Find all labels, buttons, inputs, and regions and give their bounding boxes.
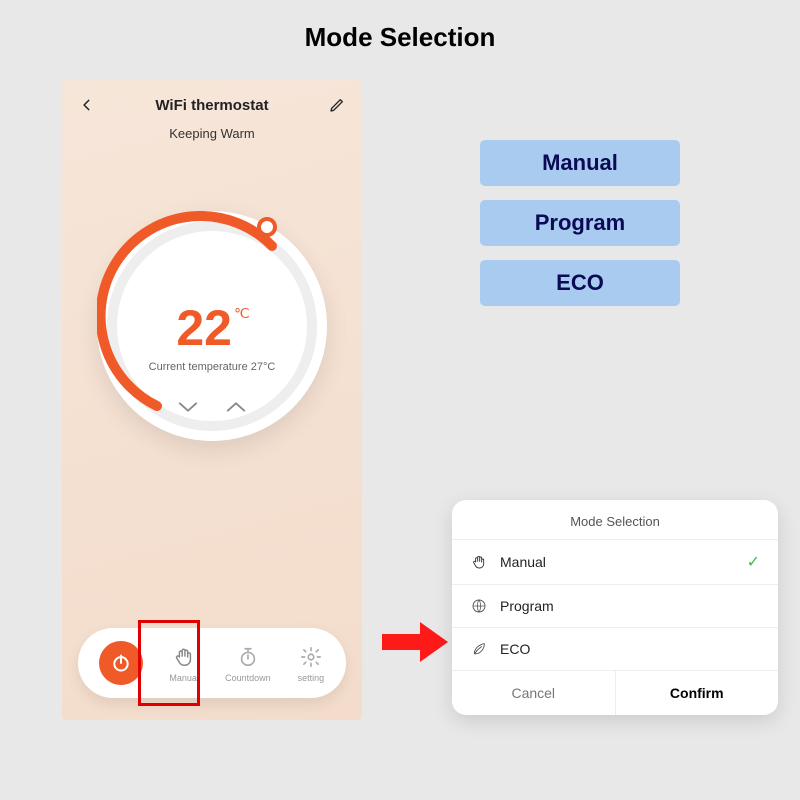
edit-icon[interactable]	[326, 94, 348, 116]
current-temperature-label: Current temperature 27°C	[97, 361, 327, 373]
thermostat-phone-screen: WiFi thermostat Keeping Warm 22℃ Current…	[62, 80, 362, 720]
status-text: Keeping Warm	[62, 126, 362, 141]
page-title: Mode Selection	[0, 0, 800, 53]
set-temperature-number: 22	[176, 300, 232, 356]
setting-button[interactable]: setting	[297, 643, 325, 683]
chevron-up-icon[interactable]	[225, 397, 247, 420]
modal-row-program[interactable]: Program	[452, 584, 778, 627]
app-title: WiFi thermostat	[155, 97, 268, 114]
setting-label: setting	[298, 673, 325, 683]
modal-row-eco-label: ECO	[500, 641, 530, 657]
countdown-label: Countdown	[225, 673, 271, 683]
mode-selection-modal: Mode Selection Manual ✓ Program ECO Canc…	[452, 500, 778, 715]
modal-actions: Cancel Confirm	[452, 670, 778, 715]
hand-icon	[170, 643, 198, 671]
modal-row-eco[interactable]: ECO	[452, 627, 778, 670]
confirm-button[interactable]: Confirm	[616, 671, 779, 715]
countdown-button[interactable]: Countdown	[225, 643, 271, 683]
bottom-toolbar: Manual Countdown setting	[78, 628, 346, 698]
mode-manual-button[interactable]: Manual	[169, 643, 199, 683]
cancel-button[interactable]: Cancel	[452, 671, 616, 715]
arrow-right-icon	[380, 620, 450, 664]
temperature-unit: ℃	[234, 305, 250, 321]
modal-title: Mode Selection	[452, 500, 778, 539]
temperature-dial[interactable]: 22℃ Current temperature 27°C	[97, 211, 327, 441]
globe-icon	[470, 597, 488, 615]
gear-icon	[297, 643, 325, 671]
back-icon[interactable]	[76, 94, 98, 116]
mode-pills: Manual Program ECO	[480, 140, 680, 306]
modal-row-manual[interactable]: Manual ✓	[452, 539, 778, 584]
modal-row-manual-label: Manual	[500, 554, 546, 570]
dial-knob[interactable]	[257, 217, 277, 237]
check-icon: ✓	[747, 552, 760, 572]
set-temperature-value: 22℃	[97, 299, 327, 357]
hand-icon	[470, 553, 488, 571]
mode-manual-label: Manual	[169, 673, 199, 683]
pill-program: Program	[480, 200, 680, 246]
phone-header: WiFi thermostat	[62, 80, 362, 120]
pill-manual: Manual	[480, 140, 680, 186]
stopwatch-icon	[234, 643, 262, 671]
leaf-icon	[470, 640, 488, 658]
pill-eco: ECO	[480, 260, 680, 306]
temperature-stepper	[97, 397, 327, 420]
modal-row-program-label: Program	[500, 598, 554, 614]
chevron-down-icon[interactable]	[177, 397, 199, 420]
power-button[interactable]	[99, 641, 143, 685]
